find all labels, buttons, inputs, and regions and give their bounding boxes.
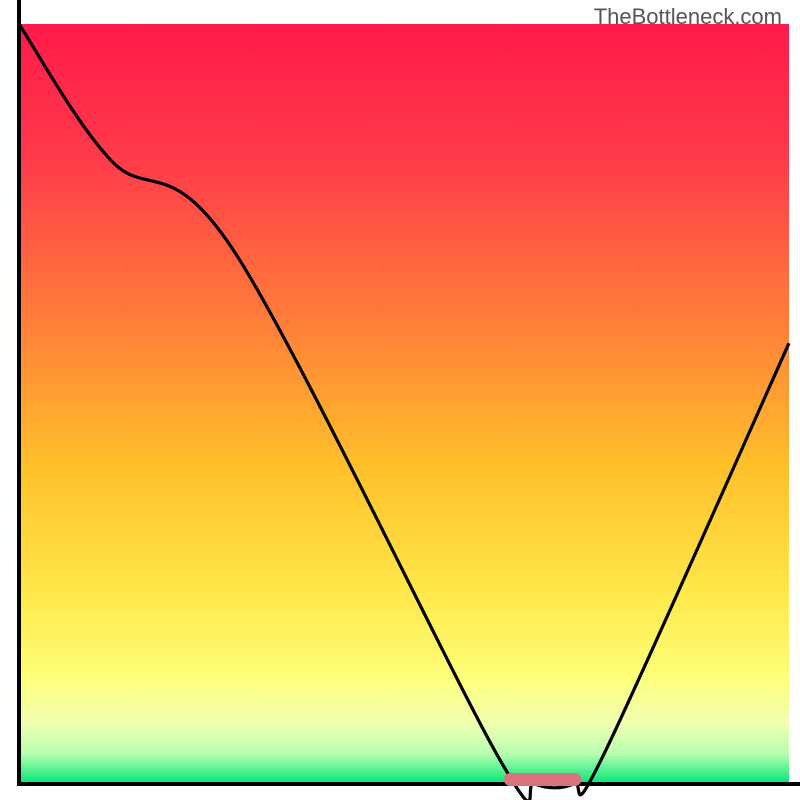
bottleneck-chart [0, 0, 800, 800]
chart-svg [0, 0, 800, 800]
watermark-text: TheBottleneck.com [594, 4, 782, 30]
optimal-marker [504, 773, 581, 786]
plot-background [19, 24, 789, 784]
